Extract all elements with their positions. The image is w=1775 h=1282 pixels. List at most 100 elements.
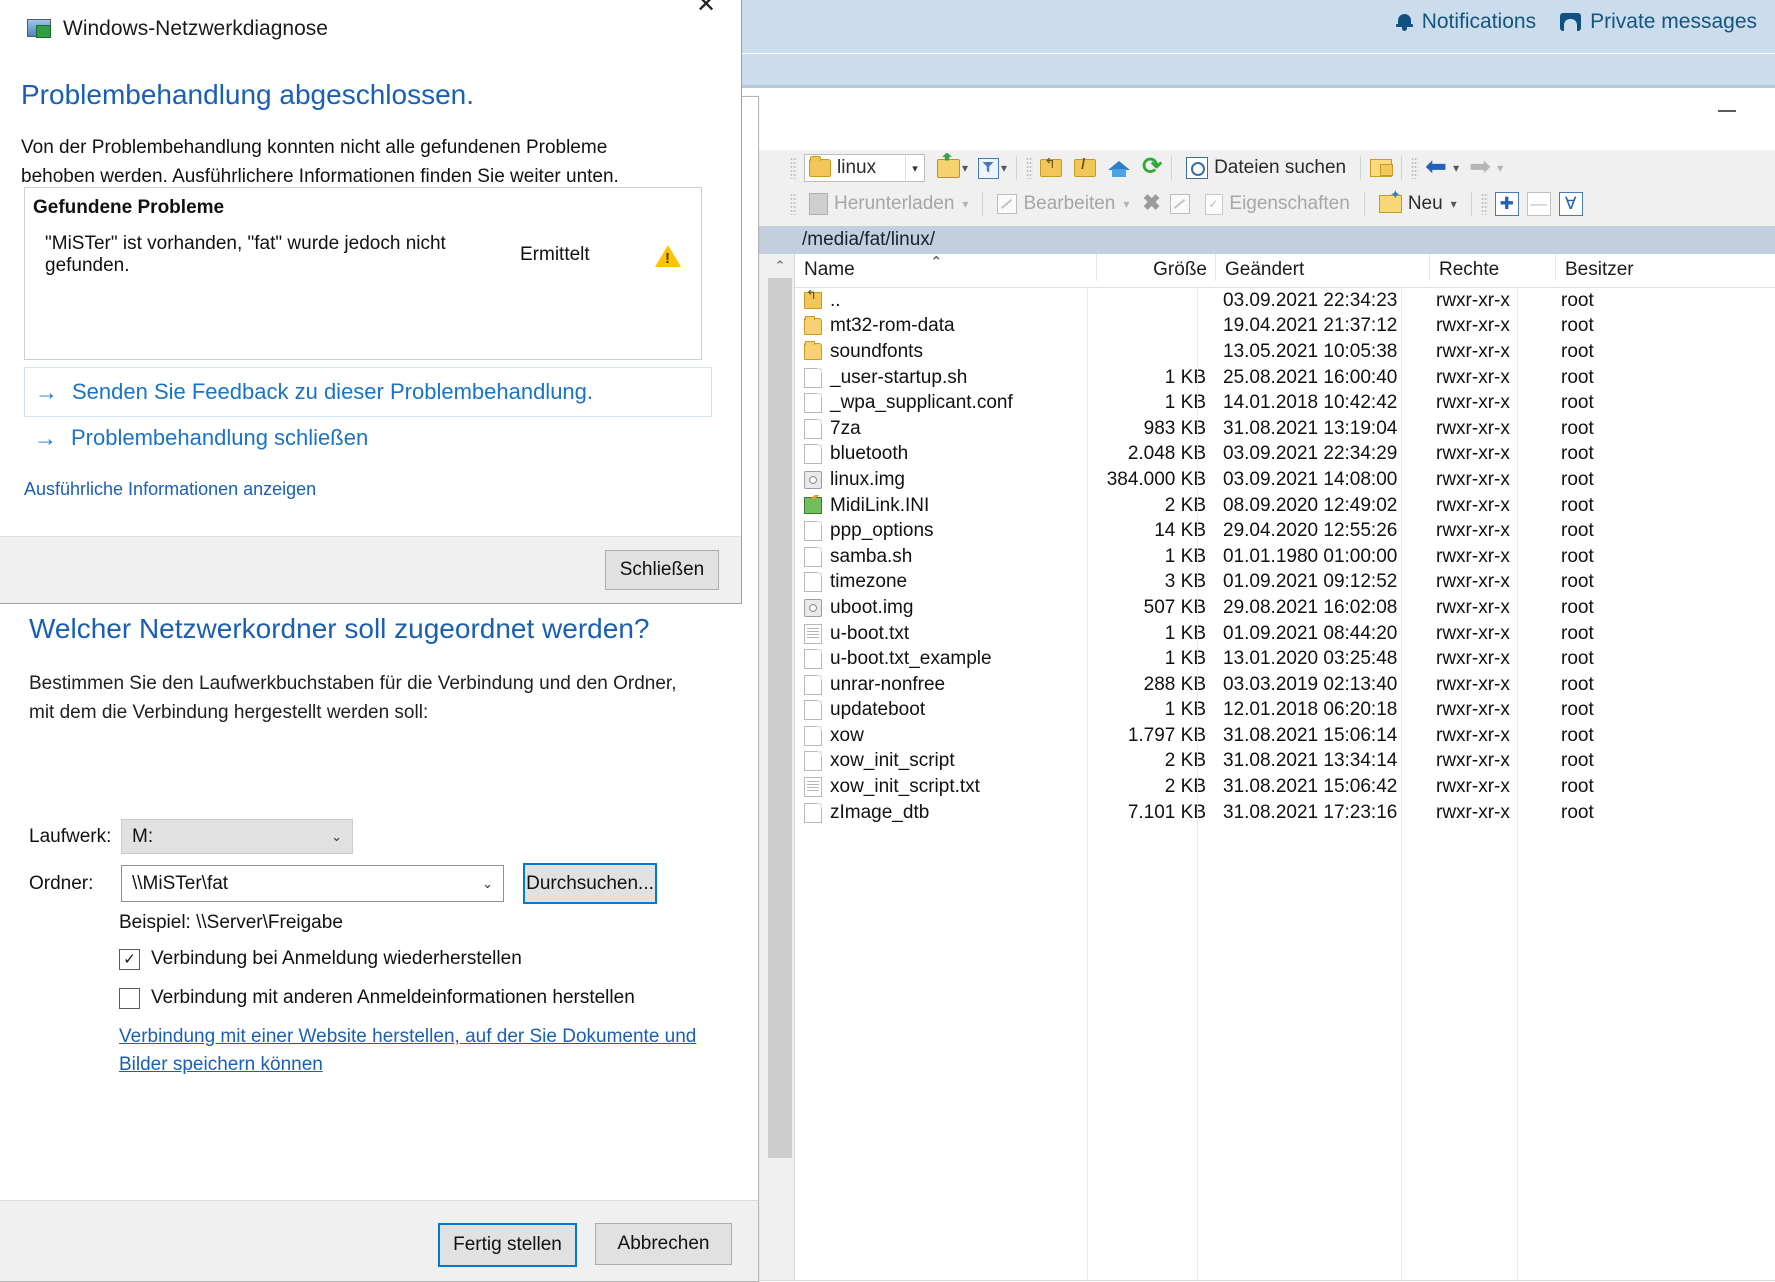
cell-name: zImage_dtb bbox=[795, 802, 1096, 824]
table-row[interactable]: u-boot.txt_example 1 KB 13.01.2020 03:25:4… bbox=[795, 646, 1775, 672]
toolbar-grip[interactable] bbox=[790, 193, 797, 215]
chevron-down-icon[interactable]: ▾ bbox=[905, 156, 924, 180]
file-name: mt32-rom-data bbox=[830, 315, 955, 337]
table-row[interactable]: timezone 3 KB 01.09.2021 09:12:52 rwxr-xr-x… bbox=[795, 570, 1775, 596]
drive-value: M: bbox=[132, 825, 154, 847]
open-folder-icon[interactable] bbox=[937, 158, 960, 178]
drive-select[interactable]: M: ⌄ bbox=[121, 819, 353, 854]
cell-permissions: rwxr-xr-x bbox=[1436, 417, 1510, 439]
cell-modified: 01.01.1980 01:00:00 bbox=[1223, 545, 1398, 567]
chevron-down-icon: ▾ bbox=[962, 197, 969, 211]
credentials-checkbox[interactable] bbox=[119, 987, 140, 1009]
cell-modified: 31.08.2021 17:23:16 bbox=[1223, 801, 1398, 823]
root-folder-icon[interactable] bbox=[1074, 156, 1097, 177]
file-name: 7za bbox=[830, 417, 861, 439]
table-row[interactable]: zImage_dtb 7.101 KB 31.08.2021 17:23:16 rwx… bbox=[795, 800, 1775, 826]
cell-permissions: rwxr-xr-x bbox=[1436, 801, 1510, 823]
add-icon[interactable]: ✚ bbox=[1494, 192, 1519, 216]
table-row[interactable]: unrar-nonfree 288 KB 03.03.2019 02:13:40 rw… bbox=[795, 672, 1775, 698]
finish-label: Fertig stellen bbox=[453, 1234, 562, 1255]
connect-website-link[interactable]: Verbindung mit einer Website herstellen,… bbox=[119, 1023, 719, 1079]
reconnect-checkbox-row[interactable]: ✓ Verbindung bei Anmeldung wiederherstel… bbox=[119, 948, 522, 970]
cell-permissions: rwxr-xr-x bbox=[1436, 340, 1510, 362]
cell-owner: root bbox=[1561, 417, 1594, 439]
table-row[interactable]: u-boot.txt 1 KB 01.09.2021 08:44:20 rwxr-xr… bbox=[795, 621, 1775, 647]
scroll-up-icon[interactable]: ⌃ bbox=[768, 254, 792, 278]
search-files-button[interactable]: Dateien suchen bbox=[1181, 155, 1351, 181]
cell-owner: root bbox=[1561, 520, 1594, 542]
finish-button[interactable]: Fertig stellen bbox=[438, 1223, 577, 1267]
show-details-link[interactable]: Ausführliche Informationen anzeigen bbox=[24, 479, 316, 500]
column-header-size[interactable]: Größe bbox=[1096, 254, 1215, 281]
table-row[interactable]: samba.sh 1 KB 01.01.1980 01:00:00 rwxr-xr-x… bbox=[795, 544, 1775, 570]
chevron-down-icon[interactable]: ▾ bbox=[962, 161, 968, 175]
column-header-name[interactable]: Name ⌃ bbox=[795, 254, 1096, 281]
chevron-down-icon[interactable]: ▾ bbox=[1001, 161, 1007, 175]
table-row[interactable]: _user-startup.sh 1 KB 25.08.2021 16:00:40 r… bbox=[795, 365, 1775, 391]
table-row[interactable]: soundfonts 13.05.2021 10:05:38 rwxr-xr-x ro… bbox=[795, 339, 1775, 365]
table-row[interactable]: updateboot 1 KB 12.01.2018 06:20:18 rwxr-xr… bbox=[795, 698, 1775, 724]
file-name: u-boot.txt bbox=[830, 622, 910, 644]
cell-modified: 31.08.2021 15:06:42 bbox=[1223, 776, 1398, 798]
reconnect-checkbox[interactable]: ✓ bbox=[119, 948, 140, 970]
table-row[interactable]: 7za 983 KB 31.08.2021 13:19:04 rwxr-xr-x roo… bbox=[795, 416, 1775, 442]
table-row[interactable]: xow_init_script 2 KB 31.08.2021 13:34:14 rw… bbox=[795, 749, 1775, 775]
table-row[interactable]: xow_init_script.txt 2 KB 31.08.2021 15:06:… bbox=[795, 774, 1775, 800]
back-arrow-icon[interactable]: ⬅ bbox=[1425, 153, 1451, 179]
file-manager-title-area bbox=[738, 88, 1775, 150]
home-icon[interactable] bbox=[1108, 159, 1131, 177]
table-row[interactable]: bluetooth 2.048 KB 03.09.2021 22:34:29 rwxr… bbox=[795, 442, 1775, 468]
toolbar-grip[interactable] bbox=[790, 157, 797, 179]
cancel-button[interactable]: Abbrechen bbox=[595, 1223, 732, 1265]
table-row[interactable]: xow 1.797 KB 31.08.2021 15:06:14 rwxr-xr-x r… bbox=[795, 723, 1775, 749]
file-name: xow_init_script.txt bbox=[830, 776, 980, 798]
table-row[interactable]: .. 03.09.2021 22:34:23 rwxr-xr-x root bbox=[795, 288, 1775, 314]
table-row[interactable]: _wpa_supplicant.conf 1 KB 14.01.2018 10:42… bbox=[795, 390, 1775, 416]
new-button[interactable]: Neu ▾ bbox=[1374, 187, 1462, 217]
browse-button[interactable]: Durchsuchen... bbox=[523, 863, 657, 904]
new-label: Neu bbox=[1407, 193, 1443, 214]
column-header-modified[interactable]: Geändert bbox=[1215, 254, 1429, 281]
path-combo[interactable]: linux ▾ bbox=[804, 154, 925, 182]
column-header-owner[interactable]: Besitzer bbox=[1555, 254, 1685, 281]
chevron-down-icon[interactable]: ▾ bbox=[1451, 197, 1457, 211]
cell-modified: 29.08.2021 16:02:08 bbox=[1223, 596, 1398, 618]
toolbar-grip[interactable] bbox=[1026, 157, 1034, 179]
scrollbar-thumb[interactable] bbox=[768, 278, 792, 1158]
credentials-checkbox-row[interactable]: Verbindung mit anderen Anmeldeinformatio… bbox=[119, 987, 635, 1009]
send-feedback-link[interactable]: → Senden Sie Feedback zu dieser Problemb… bbox=[24, 367, 712, 417]
table-row[interactable]: uboot.img 507 KB 29.08.2021 16:02:08 rwxr-x… bbox=[795, 595, 1775, 621]
file-list-scrollbar[interactable]: ⌃ bbox=[768, 254, 792, 1280]
notifications-link[interactable]: Notifications bbox=[1395, 10, 1536, 34]
close-button[interactable]: Schließen bbox=[605, 550, 719, 590]
private-messages-link[interactable]: Private messages bbox=[1560, 10, 1757, 34]
cell-permissions: rwxr-xr-x bbox=[1436, 776, 1510, 798]
cell-name: uboot.img bbox=[795, 597, 1096, 619]
cell-owner: root bbox=[1561, 622, 1594, 644]
folder-up-icon bbox=[804, 290, 822, 310]
toolbar-grip[interactable] bbox=[1411, 157, 1419, 179]
close-troubleshooter-link[interactable]: → Problembehandlung schließen bbox=[34, 425, 368, 451]
minimize-button[interactable] bbox=[1708, 96, 1748, 126]
folder-input[interactable]: \\MiSTer\fat ⌄ bbox=[121, 865, 504, 902]
path-bar[interactable]: /media/fat/linux/ bbox=[794, 226, 1775, 254]
refresh-icon[interactable] bbox=[1142, 152, 1162, 181]
table-row[interactable]: ppp_options 14 KB 29.04.2020 12:55:26 rwxr-… bbox=[795, 518, 1775, 544]
copy-folder-icon[interactable] bbox=[1370, 159, 1394, 177]
table-row[interactable]: mt32-rom-data 19.04.2021 21:37:12 rwxr-xr-… bbox=[795, 314, 1775, 340]
table-row[interactable]: linux.img 384.000 KB 03.09.2021 14:08:00 rw… bbox=[795, 467, 1775, 493]
cell-modified: 13.01.2020 03:25:48 bbox=[1223, 648, 1398, 670]
search-files-label: Dateien suchen bbox=[1214, 157, 1347, 178]
select-mask-icon[interactable]: ∀ bbox=[1558, 192, 1583, 216]
column-header-permissions[interactable]: Rechte bbox=[1429, 254, 1555, 281]
table-row[interactable]: MidiLink.INI 2 KB 08.09.2020 12:49:02 rwxr-… bbox=[795, 493, 1775, 519]
chevron-down-icon[interactable]: ⌄ bbox=[482, 876, 503, 892]
download-icon bbox=[809, 193, 828, 215]
chevron-down-icon[interactable]: ▾ bbox=[1453, 161, 1459, 175]
toolbar-grip[interactable] bbox=[1480, 193, 1488, 215]
file-list[interactable]: Name ⌃ Größe Geändert Rechte Besitzer ..… bbox=[794, 254, 1775, 1280]
parent-folder-icon[interactable] bbox=[1040, 155, 1063, 177]
cell-owner: root bbox=[1561, 776, 1594, 798]
filter-icon[interactable] bbox=[978, 157, 1000, 179]
forum-user-links: Notifications Private messages bbox=[1395, 10, 1757, 34]
